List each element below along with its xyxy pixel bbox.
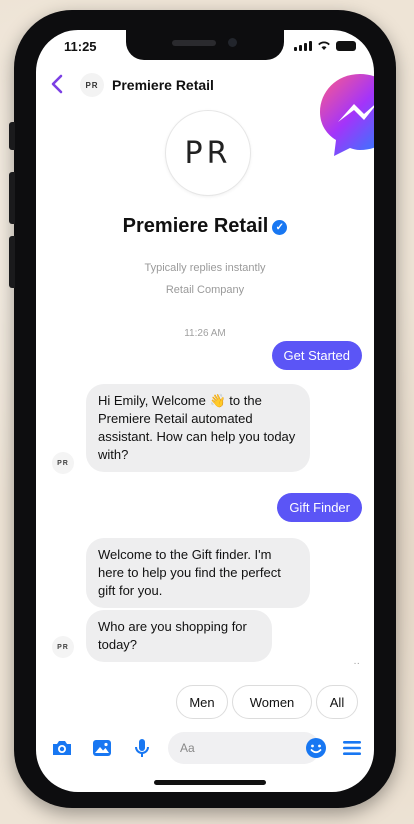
page-background: 11:25 PR Premiere Retail PR Premiere Ret… <box>0 0 414 824</box>
bot-message-gift-finder-intro[interactable]: Welcome to the Gift finder. I'm here to … <box>86 538 310 608</box>
quick-reply-women[interactable]: Women <box>232 685 312 719</box>
phone-screen: 11:25 PR Premiere Retail PR Premiere Ret… <box>36 30 374 792</box>
status-icons <box>294 40 356 51</box>
speaker <box>172 40 216 46</box>
gallery-icon[interactable] <box>90 736 114 760</box>
mute-switch <box>9 122 15 150</box>
cellular-signal-icon <box>294 41 312 51</box>
camera-icon[interactable] <box>50 736 74 760</box>
menu-icon[interactable] <box>340 736 364 760</box>
profile-name-text: Premiere Retail <box>122 215 269 237</box>
wifi-icon <box>318 41 330 50</box>
bot-avatar: PR <box>52 636 74 658</box>
read-receipt: ·· <box>353 658 360 669</box>
user-message-get-started[interactable]: Get Started <box>271 341 362 370</box>
header-avatar[interactable]: PR <box>80 73 104 97</box>
emoji-icon[interactable] <box>304 736 328 760</box>
notch <box>126 30 284 60</box>
message-input-placeholder: Aa <box>180 741 195 755</box>
profile-avatar: PR <box>165 110 251 196</box>
message-composer: Aa <box>36 728 374 768</box>
volume-down-button <box>9 236 15 288</box>
phone-frame: 11:25 PR Premiere Retail PR Premiere Ret… <box>9 10 396 808</box>
status-time: 11:25 <box>64 39 97 54</box>
user-message-gift-finder[interactable]: Gift Finder <box>277 493 362 522</box>
profile-name: Premiere Retail ✓ <box>36 215 374 238</box>
messenger-logo <box>320 74 374 156</box>
header-title[interactable]: Premiere Retail <box>112 77 214 93</box>
bot-message-question[interactable]: Who are you shopping for today? <box>86 610 272 662</box>
volume-up-button <box>9 172 15 224</box>
message-input[interactable]: Aa <box>168 732 320 764</box>
microphone-icon[interactable] <box>130 736 154 760</box>
bot-avatar: PR <box>52 452 74 474</box>
battery-icon <box>336 41 356 51</box>
front-camera <box>228 38 237 47</box>
home-indicator[interactable] <box>154 780 266 785</box>
verified-icon: ✓ <box>272 220 288 235</box>
quick-reply-all[interactable]: All <box>316 685 358 719</box>
quick-reply-men[interactable]: Men <box>176 685 228 719</box>
back-icon[interactable] <box>50 74 64 94</box>
bot-message-welcome[interactable]: Hi Emily, Welcome 👋 to the Premiere Reta… <box>86 384 310 472</box>
reply-time: Typically replies instantly <box>144 262 266 274</box>
message-timestamp: 11:26 AM <box>184 328 226 339</box>
business-category: Retail Company <box>165 284 245 296</box>
